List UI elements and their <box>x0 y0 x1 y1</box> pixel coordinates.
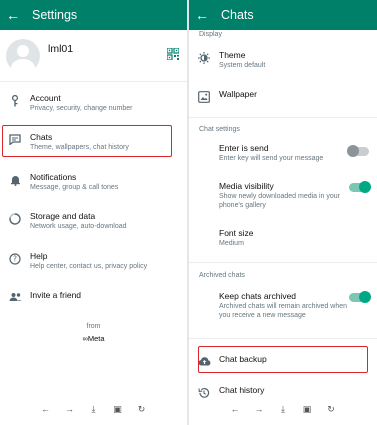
tabs-icon[interactable]: ▣ <box>302 404 312 415</box>
page-title: Settings <box>32 8 78 22</box>
divider <box>189 262 377 263</box>
settings-screen: ← Settings lml01 Account Privacy, securi… <box>0 0 187 425</box>
tabs-icon[interactable]: ▣ <box>113 404 123 415</box>
settings-item-help[interactable]: ? Help Help center, contact us, privacy … <box>0 251 187 272</box>
enter-is-send-toggle[interactable] <box>347 145 369 157</box>
browser-nav-bar: ← → ⤓ ▣ ↻ <box>189 404 377 415</box>
chat-history-title: Chat history <box>219 385 265 395</box>
wallpaper-icon <box>198 91 210 103</box>
back-arrow-icon[interactable]: ← <box>189 7 215 23</box>
enter-is-send-desc: Enter key will send your message <box>219 155 324 162</box>
enter-is-send-title: Enter is send <box>219 143 269 153</box>
media-visibility-desc: Show newly downloaded media in your phon… <box>219 193 341 209</box>
footer-from: from <box>86 323 101 330</box>
help-icon: ? <box>9 253 21 265</box>
section-archived-chats: Archived chats <box>199 272 245 279</box>
qr-code-icon[interactable] <box>167 48 179 60</box>
people-icon <box>9 293 22 301</box>
nav-forward-icon[interactable]: → <box>65 404 75 415</box>
nav-back-icon[interactable]: ← <box>41 404 51 415</box>
profile-name: lml01 <box>48 42 74 55</box>
settings-item-notifications[interactable]: Notifications Message, group & call tone… <box>0 172 187 193</box>
item-title: Help <box>30 251 48 261</box>
wallpaper-row[interactable]: Wallpaper <box>189 89 377 103</box>
item-title: Storage and data <box>30 211 96 221</box>
chat-history-row[interactable]: Chat history <box>189 385 377 399</box>
keep-archived-desc: Archived chats will remain archived when… <box>219 303 347 319</box>
item-title: Invite a friend <box>30 290 82 300</box>
settings-item-account[interactable]: Account Privacy, security, change number <box>0 93 187 114</box>
divider <box>189 338 377 339</box>
section-chat-settings: Chat settings <box>199 126 240 133</box>
item-subtitle: Privacy, security, change number <box>30 105 133 112</box>
chats-settings-screen: ← Chats Display Theme System default Wal… <box>189 0 377 425</box>
chats-highlight-box <box>2 125 172 157</box>
history-icon <box>198 387 210 398</box>
avatar[interactable] <box>6 38 40 73</box>
svg-text:?: ? <box>13 255 17 264</box>
item-subtitle: Message, group & call tones <box>30 184 119 191</box>
nav-forward-icon[interactable]: → <box>254 404 264 415</box>
divider <box>189 117 377 118</box>
page-title: Chats <box>221 8 254 22</box>
theme-row[interactable]: Theme System default <box>189 50 377 70</box>
download-icon[interactable]: ⤓ <box>89 404 99 415</box>
nav-back-icon[interactable]: ← <box>230 404 240 415</box>
storage-circle-icon <box>9 213 21 225</box>
back-arrow-icon[interactable]: ← <box>0 7 26 23</box>
item-title: Account <box>30 93 61 103</box>
key-icon <box>11 95 19 107</box>
settings-item-invite[interactable]: Invite a friend <box>0 290 187 302</box>
theme-value: System default <box>219 62 266 69</box>
reload-icon[interactable]: ↻ <box>137 404 147 415</box>
browser-nav-bar: ← → ⤓ ▣ ↻ <box>0 404 187 415</box>
font-size-row[interactable]: Font size Medium <box>189 228 377 248</box>
theme-title: Theme <box>219 50 246 60</box>
reload-icon[interactable]: ↻ <box>326 404 336 415</box>
font-size-value: Medium <box>219 240 244 247</box>
settings-app-bar: ← Settings <box>0 0 187 30</box>
download-icon[interactable]: ⤓ <box>278 404 288 415</box>
media-visibility-toggle[interactable] <box>349 181 371 193</box>
wallpaper-title: Wallpaper <box>219 89 257 99</box>
meta-logo: ∞Meta <box>82 334 105 343</box>
theme-brightness-icon <box>198 52 210 64</box>
settings-item-storage[interactable]: Storage and data Network usage, auto-dow… <box>0 211 187 232</box>
item-subtitle: Help center, contact us, privacy policy <box>30 263 148 270</box>
bell-icon <box>10 176 20 186</box>
keep-archived-title: Keep chats archived <box>219 291 297 301</box>
media-visibility-title: Media visibility <box>219 181 274 191</box>
item-title: Notifications <box>30 172 77 182</box>
item-subtitle: Network usage, auto-download <box>30 223 127 230</box>
keep-archived-toggle[interactable] <box>349 291 371 303</box>
section-display: Display <box>199 31 222 38</box>
profile-row[interactable]: lml01 <box>0 30 187 82</box>
font-size-title: Font size <box>219 228 254 238</box>
chats-app-bar: ← Chats <box>189 0 377 30</box>
chat-backup-highlight-box <box>198 346 368 373</box>
